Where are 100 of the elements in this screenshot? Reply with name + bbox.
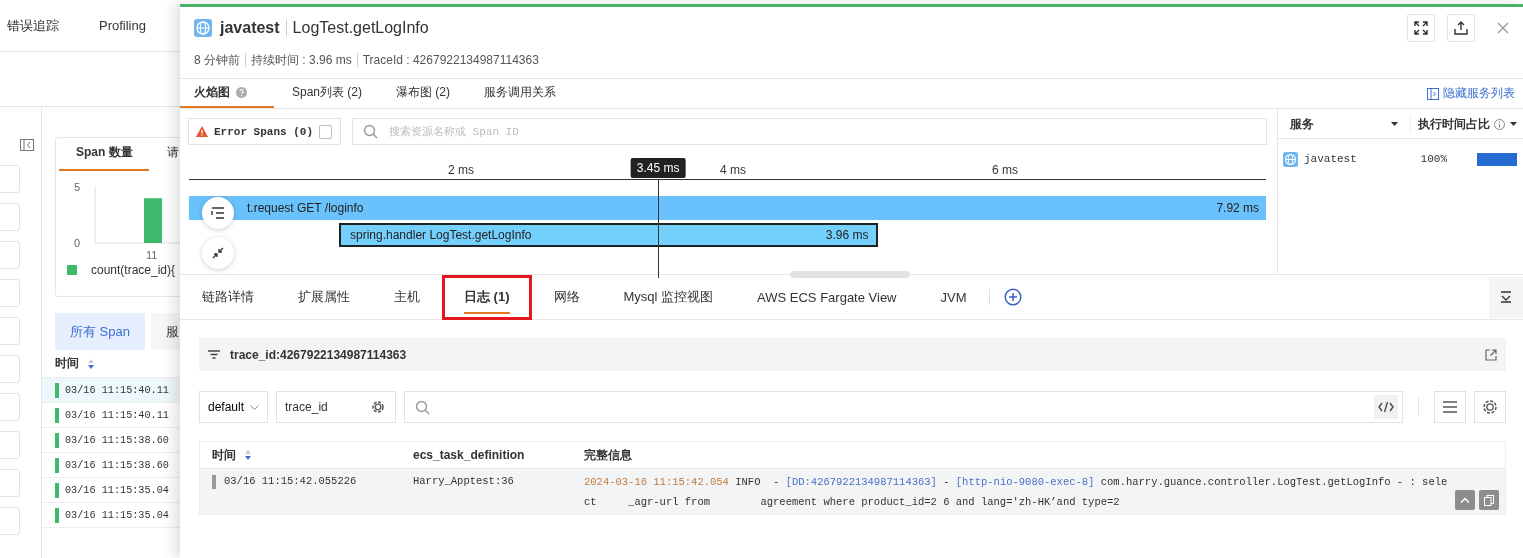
chart-bar <box>144 198 162 243</box>
axis-tick-label: 5 <box>73 181 80 193</box>
index-dropdown[interactable]: default <box>199 391 269 423</box>
detail-tab[interactable]: Mysql 监控视图 <box>601 274 736 320</box>
table-cell: 03/16 11:15:40.11 <box>65 384 169 396</box>
span-bar[interactable]: spring.handler LogTest.getLogInfo 3.96 ms <box>339 223 878 247</box>
share-button[interactable] <box>1447 13 1475 42</box>
status-bar <box>55 407 59 423</box>
fullscreen-button[interactable] <box>1407 13 1435 42</box>
view-tab[interactable]: 火焰图 <box>180 79 274 108</box>
view-tab[interactable]: 瀑布图 (2) <box>380 79 467 108</box>
span-tab[interactable]: 所有 Span <box>55 313 145 350</box>
axis-tick-label: 2 ms <box>448 163 474 177</box>
status-bar <box>212 475 216 489</box>
filter-field[interactable] <box>0 317 20 345</box>
view-tab[interactable]: 服务调用关系 <box>468 79 573 108</box>
collapse-button[interactable] <box>1489 276 1523 318</box>
detail-tab[interactable]: JVM <box>918 274 989 320</box>
filter-field[interactable] <box>0 203 20 231</box>
search-icon <box>363 124 378 139</box>
column-header[interactable]: 完整信息 <box>584 446 632 464</box>
filter-label: Error Spans (0) <box>214 125 314 138</box>
resource-name: LogTest.getLogInfo <box>285 19 429 36</box>
sort-icon[interactable] <box>87 357 95 370</box>
filter-field[interactable] <box>0 431 20 459</box>
checkbox[interactable] <box>319 124 332 139</box>
filter-field[interactable] <box>0 393 20 421</box>
menu-icon <box>1443 401 1457 413</box>
table-cell: 03/16 11:15:35.04 <box>65 509 169 521</box>
collapse-down-icon <box>1500 291 1512 303</box>
filter-field[interactable] <box>0 355 20 383</box>
settings-button[interactable] <box>1474 391 1506 423</box>
caret-icon[interactable] <box>1391 122 1398 126</box>
list-button[interactable] <box>1434 391 1466 423</box>
sort-icon[interactable] <box>244 449 252 461</box>
scroll-up-button[interactable] <box>1455 490 1475 510</box>
search-field[interactable]: 搜索资源名称或 Span ID <box>352 118 1267 145</box>
filter-field[interactable] <box>0 279 20 307</box>
collapse-button[interactable] <box>202 237 234 269</box>
panel-icon <box>1427 87 1439 100</box>
close-icon[interactable] <box>1497 21 1509 34</box>
fullscreen-icon <box>1414 20 1428 35</box>
filter-field[interactable] <box>0 469 20 497</box>
log-message: 2024-03-16 11:15:42.054 INFO - [DD:4267922134987114363] - [http-nio-9080-exec-8] com.harry.guance.controller.LogTest.getLogInfo - : sele ct _agr-url from agreement where product_id=2 6 and lang='zh-HK’and type=2 <box>584 475 1448 510</box>
table-cell: 03/16 11:15:42.055226 <box>224 475 357 487</box>
detail-tab[interactable]: 主机 <box>372 274 442 320</box>
span-bar[interactable]: t.request GET /loginfo 7.92 ms <box>189 196 1267 220</box>
scroll-handle[interactable] <box>790 271 910 278</box>
meta-text: 持续时间 : 3.96 ms <box>245 53 357 67</box>
table-cell: 03/16 11:15:35.04 <box>65 484 169 496</box>
copy-icon <box>1484 494 1494 506</box>
status-bar <box>55 507 59 523</box>
status-bar <box>55 457 59 473</box>
status-bar <box>55 382 59 398</box>
detail-tab[interactable]: AWS ECS Fargate View <box>735 274 919 320</box>
log-row[interactable] <box>200 468 1505 514</box>
filter-icon <box>208 350 220 359</box>
caret-icon[interactable] <box>1510 122 1517 126</box>
axis-tick-label: 6 ms <box>992 163 1018 177</box>
nav-link[interactable]: 错误追踪 <box>7 16 59 35</box>
hide-services-link[interactable]: 隐藏服务列表 <box>1427 79 1523 108</box>
info-icon <box>1494 118 1505 130</box>
column-header[interactable]: 服务 <box>1290 115 1391 133</box>
code-button[interactable] <box>1374 395 1398 419</box>
warning-icon <box>196 126 208 137</box>
table-cell: 03/16 11:15:40.11 <box>65 409 169 421</box>
column-header[interactable]: 执行时间占比 <box>1410 115 1490 133</box>
column-header[interactable]: ecs_task_definition <box>413 448 525 462</box>
filter-field[interactable] <box>0 165 20 193</box>
detail-tab[interactable]: 日志 (1) <box>442 274 532 320</box>
code-icon <box>1378 401 1394 413</box>
chart-tab[interactable]: Span 数量 <box>59 144 149 171</box>
copy-button[interactable] <box>1479 490 1499 510</box>
collapse-sidebar-icon[interactable] <box>20 139 34 151</box>
external-link-icon[interactable] <box>1485 348 1497 361</box>
detail-tab[interactable]: 网络 <box>531 274 602 320</box>
globe-icon <box>194 18 212 37</box>
list-icon <box>211 207 225 219</box>
add-tab-icon[interactable] <box>1003 288 1022 306</box>
view-tab[interactable]: Span列表 (2) <box>276 79 379 108</box>
error-filter[interactable]: Error Spans (0) <box>188 118 341 145</box>
share-value: 100% <box>1420 153 1447 165</box>
share-icon <box>1454 20 1468 35</box>
chevron-up-icon <box>1460 497 1470 503</box>
search-input[interactable]: 搜索资源名称或 Span ID <box>387 124 1256 139</box>
service-name: javatest <box>1304 153 1358 165</box>
filter-field[interactable] <box>0 241 20 269</box>
search-field[interactable] <box>404 391 1403 423</box>
axis-tick-label: 4 ms <box>720 163 746 177</box>
axis-tick-label: 11 <box>146 249 158 261</box>
column-header[interactable]: 时间 <box>55 355 79 372</box>
outline-button[interactable] <box>202 197 234 229</box>
meta-text: TraceId : 4267922134987114363 <box>356 53 544 67</box>
column-header[interactable]: 时间 <box>212 446 236 464</box>
detail-tab[interactable]: 扩展属性 <box>276 274 372 320</box>
table-cell: 03/16 11:15:38.60 <box>65 459 169 471</box>
service-name: javatest <box>220 18 280 37</box>
nav-link[interactable]: Profiling <box>99 18 146 33</box>
field-selector[interactable]: trace_id <box>276 391 397 423</box>
filter-field[interactable] <box>0 507 20 535</box>
